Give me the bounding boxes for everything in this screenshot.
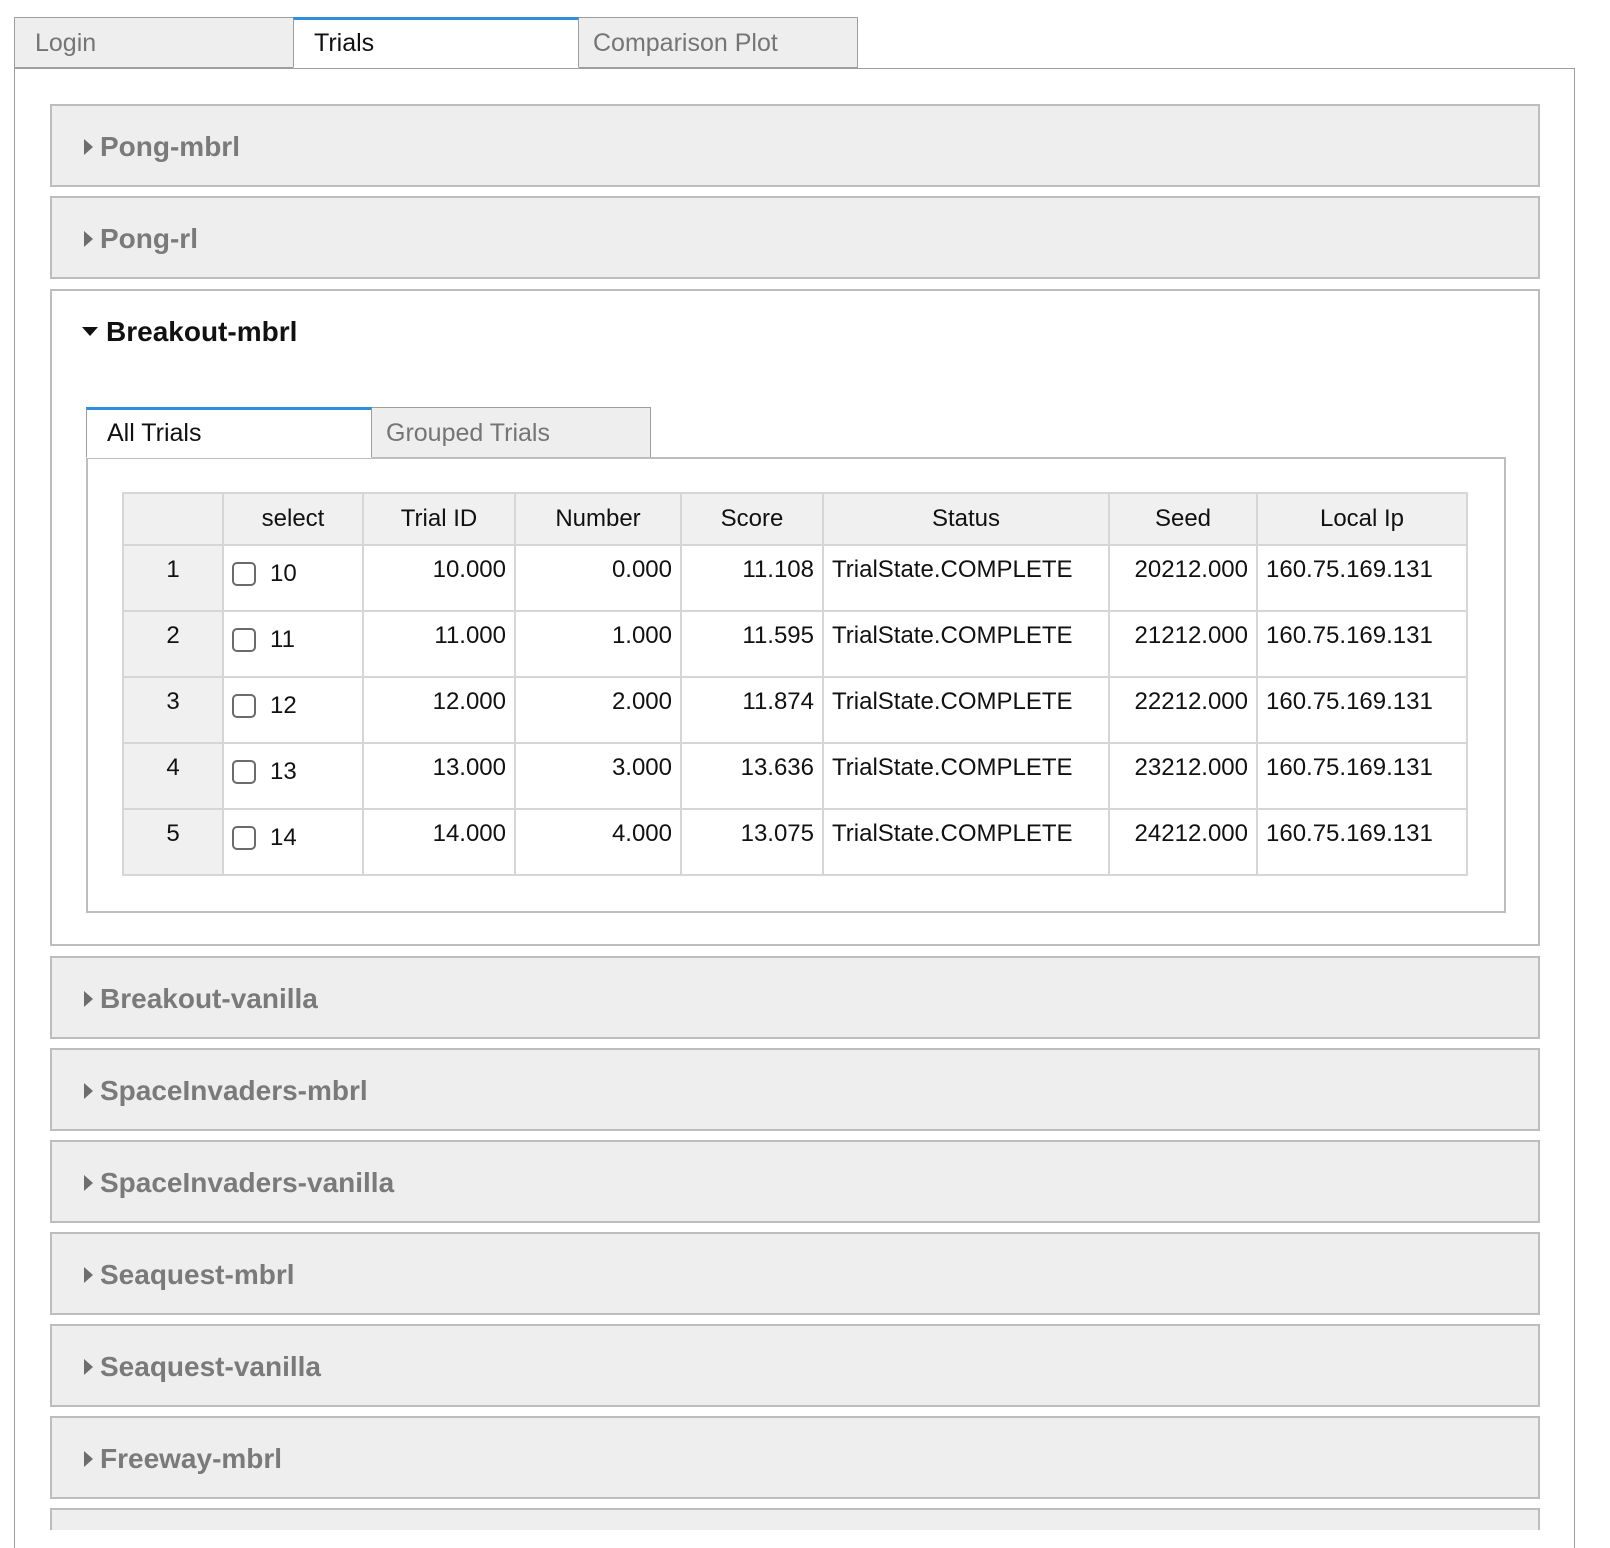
accordion-pong-mbrl[interactable]: Pong-mbrl: [50, 104, 1540, 187]
row-index: 5: [122, 808, 224, 876]
seed-cell: 22212.000: [1108, 676, 1258, 744]
row-index: 4: [122, 742, 224, 810]
accordion-breakout-vanilla[interactable]: Breakout-vanilla: [50, 956, 1540, 1039]
select-cell: 13: [222, 742, 364, 810]
row-checkbox[interactable]: [232, 694, 256, 718]
accordion-title: Breakout-vanilla: [100, 983, 318, 1014]
number-cell: 0.000: [514, 544, 682, 612]
select-cell: 11: [222, 610, 364, 678]
select-cell: 12: [222, 676, 364, 744]
tab-trials[interactable]: Trials: [293, 17, 579, 68]
column-header-trial-id[interactable]: Trial ID: [362, 492, 516, 546]
number-cell: 2.000: [514, 676, 682, 744]
caret-down-icon[interactable]: [82, 327, 98, 336]
caret-right-icon: [84, 1267, 93, 1283]
accordion-title[interactable]: Breakout-mbrl: [106, 316, 297, 348]
row-checkbox[interactable]: [232, 760, 256, 784]
seed-cell: 20212.000: [1108, 544, 1258, 612]
table-row: 2 11 11.000 1.000 11.595 TrialState.COMP…: [122, 610, 1468, 678]
number-cell: 3.000: [514, 742, 682, 810]
status-cell: TrialState.COMPLETE: [822, 544, 1110, 612]
tab-all-trials[interactable]: All Trials: [86, 407, 372, 458]
local-ip-cell: 160.75.169.131: [1256, 742, 1468, 810]
tab-grouped-trials[interactable]: Grouped Trials: [365, 407, 651, 458]
accordion-title: SpaceInvaders-mbrl: [100, 1075, 368, 1106]
accordion-spaceinvaders-mbrl[interactable]: SpaceInvaders-mbrl: [50, 1048, 1540, 1131]
caret-right-icon: [84, 1083, 93, 1099]
all-trials-panel: select Trial ID Number Score Status Seed…: [86, 457, 1506, 913]
select-cell: 10: [222, 544, 364, 612]
select-label: 13: [270, 758, 297, 785]
accordion-next-partial[interactable]: [50, 1508, 1540, 1530]
trial-id-cell: 12.000: [362, 676, 516, 744]
accordion-spaceinvaders-vanilla[interactable]: SpaceInvaders-vanilla: [50, 1140, 1540, 1223]
row-index: 3: [122, 676, 224, 744]
trial-id-cell: 11.000: [362, 610, 516, 678]
status-cell: TrialState.COMPLETE: [822, 676, 1110, 744]
local-ip-cell: 160.75.169.131: [1256, 808, 1468, 876]
select-label: 11: [270, 626, 295, 653]
column-header-seed[interactable]: Seed: [1108, 492, 1258, 546]
accordion-seaquest-mbrl[interactable]: Seaquest-mbrl: [50, 1232, 1540, 1315]
row-index: 2: [122, 610, 224, 678]
select-label: 10: [270, 560, 297, 587]
accordion-title: SpaceInvaders-vanilla: [100, 1167, 395, 1198]
row-checkbox[interactable]: [232, 826, 256, 850]
caret-right-icon: [84, 231, 93, 247]
number-cell: 4.000: [514, 808, 682, 876]
local-ip-cell: 160.75.169.131: [1256, 610, 1468, 678]
trial-id-cell: 13.000: [362, 742, 516, 810]
trial-id-cell: 10.000: [362, 544, 516, 612]
column-header-status[interactable]: Status: [822, 492, 1110, 546]
column-header-score[interactable]: Score: [680, 492, 824, 546]
accordion-title: Pong-mbrl: [100, 131, 240, 162]
status-cell: TrialState.COMPLETE: [822, 808, 1110, 876]
local-ip-cell: 160.75.169.131: [1256, 676, 1468, 744]
table-row: 1 10 10.000 0.000 11.108 TrialState.COMP…: [122, 544, 1468, 612]
caret-right-icon: [84, 1451, 93, 1467]
trial-id-cell: 14.000: [362, 808, 516, 876]
score-cell: 11.874: [680, 676, 824, 744]
trials-table: select Trial ID Number Score Status Seed…: [122, 492, 1468, 876]
column-header-number[interactable]: Number: [514, 492, 682, 546]
status-cell: TrialState.COMPLETE: [822, 742, 1110, 810]
table-header-row: select Trial ID Number Score Status Seed…: [122, 492, 1468, 546]
select-label: 14: [270, 824, 297, 851]
table-row: 3 12 12.000 2.000 11.874 TrialState.COMP…: [122, 676, 1468, 744]
score-cell: 11.595: [680, 610, 824, 678]
accordion-pong-rl[interactable]: Pong-rl: [50, 196, 1540, 279]
accordion-freeway-mbrl[interactable]: Freeway-mbrl: [50, 1416, 1540, 1499]
accordion-title: Freeway-mbrl: [100, 1443, 283, 1474]
table-row: 5 14 14.000 4.000 13.075 TrialState.COMP…: [122, 808, 1468, 876]
seed-cell: 21212.000: [1108, 610, 1258, 678]
accordion-title: Seaquest-vanilla: [100, 1351, 321, 1382]
tab-comparison-plot[interactable]: Comparison Plot: [572, 17, 858, 68]
local-ip-cell: 160.75.169.131: [1256, 544, 1468, 612]
caret-right-icon: [84, 991, 93, 1007]
column-header-select[interactable]: select: [222, 492, 364, 546]
accordion-seaquest-vanilla[interactable]: Seaquest-vanilla: [50, 1324, 1540, 1407]
number-cell: 1.000: [514, 610, 682, 678]
table-row: 4 13 13.000 3.000 13.636 TrialState.COMP…: [122, 742, 1468, 810]
score-cell: 13.075: [680, 808, 824, 876]
score-cell: 13.636: [680, 742, 824, 810]
caret-right-icon: [84, 1175, 93, 1191]
caret-right-icon: [84, 139, 93, 155]
row-index-header: [122, 492, 224, 546]
accordion-title: Seaquest-mbrl: [100, 1259, 295, 1290]
column-header-local-ip[interactable]: Local Ip: [1256, 492, 1468, 546]
tab-login[interactable]: Login: [14, 17, 300, 68]
row-index: 1: [122, 544, 224, 612]
caret-right-icon: [84, 1359, 93, 1375]
seed-cell: 24212.000: [1108, 808, 1258, 876]
select-cell: 14: [222, 808, 364, 876]
accordion-title: Pong-rl: [100, 223, 198, 254]
row-checkbox[interactable]: [232, 628, 256, 652]
status-cell: TrialState.COMPLETE: [822, 610, 1110, 678]
score-cell: 11.108: [680, 544, 824, 612]
row-checkbox[interactable]: [232, 562, 256, 586]
seed-cell: 23212.000: [1108, 742, 1258, 810]
accordion-breakout-mbrl: Breakout-mbrl All Trials Grouped Trials …: [50, 289, 1540, 946]
select-label: 12: [270, 692, 297, 719]
